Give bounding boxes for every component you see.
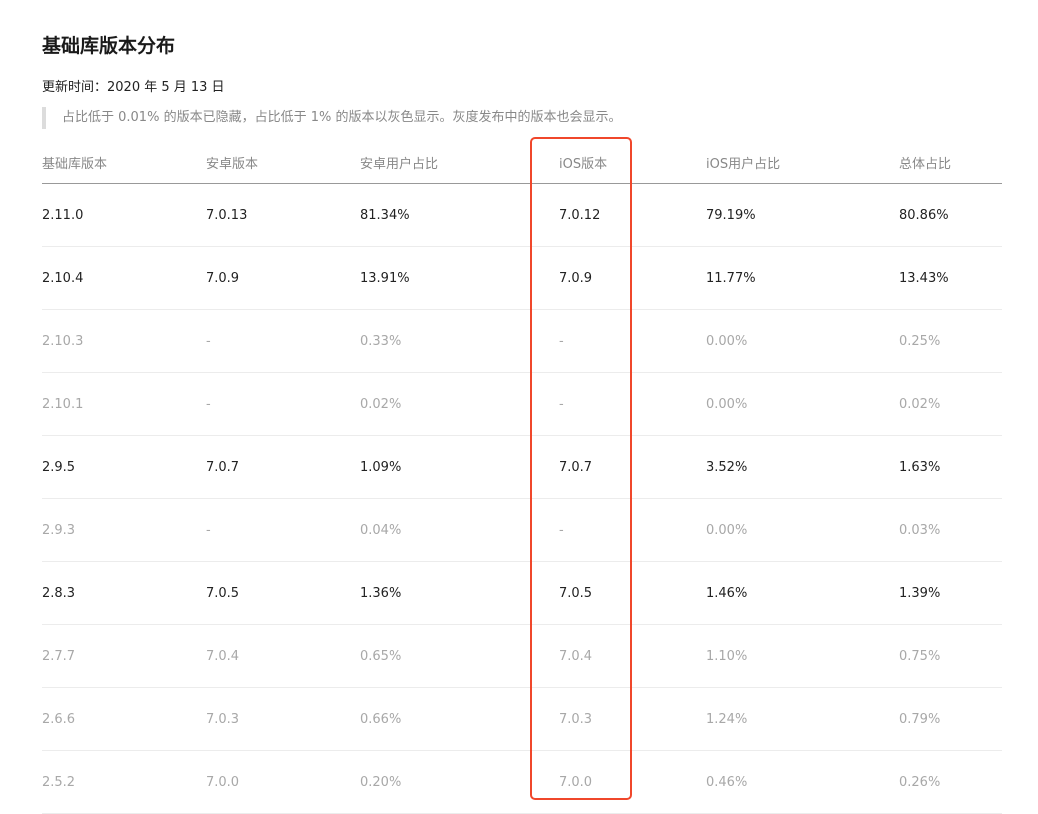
table-row: 2.9.3 - 0.04% - 0.00% 0.03% [42,498,1002,562]
table-row: 2.10.3 - 0.33% - 0.00% 0.25% [42,309,1002,373]
table-row: 2.8.3 7.0.5 1.36% 7.0.5 1.46% 1.39% [42,561,1002,625]
cell-android-share: 0.20% [360,750,559,814]
cell-ios-version: 7.0.0 [559,750,706,814]
cell-total-share: 0.75% [899,624,1002,688]
cell-base-version: 2.11.0 [42,183,206,247]
cell-ios-version: 7.0.3 [559,687,706,751]
cell-ios-share: 0.00% [706,498,899,562]
cell-ios-share: 1.10% [706,624,899,688]
cell-base-version: 2.9.3 [42,498,206,562]
header-android-share: 安卓用户占比 [360,141,559,184]
cell-android-version: 7.0.4 [206,624,360,688]
cell-android-share: 1.36% [360,561,559,625]
table-row: 2.9.5 7.0.7 1.09% 7.0.7 3.52% 1.63% [42,435,1002,499]
cell-android-share: 0.66% [360,687,559,751]
cell-ios-share: 79.19% [706,183,899,247]
cell-base-version: 2.9.5 [42,435,206,499]
header-android-version: 安卓版本 [206,141,360,184]
cell-ios-version: - [559,372,706,436]
cell-android-share: 81.34% [360,183,559,247]
cell-ios-version: 7.0.9 [559,246,706,310]
version-distribution-table: 基础库版本 安卓版本 安卓用户占比 iOS版本 iOS用户占比 总体占比 2.1… [42,141,1002,814]
cell-ios-version: 7.0.7 [559,435,706,499]
cell-android-share: 0.33% [360,309,559,373]
cell-total-share: 1.63% [899,435,1002,499]
update-time: 更新时间：2020 年 5 月 13 日 [42,80,225,95]
header-total-share: 总体占比 [899,141,1002,184]
table-row: 2.5.2 7.0.0 0.20% 7.0.0 0.46% 0.26% [42,750,1002,814]
cell-total-share: 80.86% [899,183,1002,247]
cell-base-version: 2.10.3 [42,309,206,373]
cell-base-version: 2.8.3 [42,561,206,625]
table-row: 2.7.7 7.0.4 0.65% 7.0.4 1.10% 0.75% [42,624,1002,688]
cell-base-version: 2.7.7 [42,624,206,688]
cell-total-share: 0.79% [899,687,1002,751]
cell-ios-version: 7.0.12 [559,183,706,247]
cell-base-version: 2.5.2 [42,750,206,814]
cell-android-version: 7.0.7 [206,435,360,499]
cell-total-share: 13.43% [899,246,1002,310]
cell-ios-share: 11.77% [706,246,899,310]
cell-android-share: 13.91% [360,246,559,310]
cell-total-share: 0.03% [899,498,1002,562]
cell-android-share: 0.02% [360,372,559,436]
cell-android-version: - [206,372,360,436]
cell-android-version: 7.0.0 [206,750,360,814]
table-row: 2.10.4 7.0.9 13.91% 7.0.9 11.77% 13.43% [42,246,1002,310]
cell-android-version: 7.0.3 [206,687,360,751]
header-ios-version: iOS版本 [559,141,706,184]
cell-ios-version: 7.0.4 [559,624,706,688]
cell-total-share: 0.02% [899,372,1002,436]
cell-android-share: 1.09% [360,435,559,499]
cell-total-share: 1.39% [899,561,1002,625]
cell-base-version: 2.10.1 [42,372,206,436]
cell-total-share: 0.26% [899,750,1002,814]
cell-ios-version: - [559,498,706,562]
cell-android-share: 0.65% [360,624,559,688]
cell-total-share: 0.25% [899,309,1002,373]
cell-android-version: - [206,498,360,562]
cell-ios-share: 0.00% [706,309,899,373]
cell-ios-share: 3.52% [706,435,899,499]
cell-ios-share: 0.46% [706,750,899,814]
table-row: 2.6.6 7.0.3 0.66% 7.0.3 1.24% 0.79% [42,687,1002,751]
cell-base-version: 2.6.6 [42,687,206,751]
header-base-version: 基础库版本 [42,141,206,184]
page-title: 基础库版本分布 [42,35,176,57]
cell-android-share: 0.04% [360,498,559,562]
cell-android-version: 7.0.13 [206,183,360,247]
table-header-row: 基础库版本 安卓版本 安卓用户占比 iOS版本 iOS用户占比 总体占比 [42,141,1002,184]
cell-base-version: 2.10.4 [42,246,206,310]
cell-android-version: 7.0.9 [206,246,360,310]
table-row: 2.11.0 7.0.13 81.34% 7.0.12 79.19% 80.86… [42,183,1002,247]
cell-ios-version: - [559,309,706,373]
cell-ios-share: 1.46% [706,561,899,625]
cell-ios-share: 0.00% [706,372,899,436]
cell-ios-version: 7.0.5 [559,561,706,625]
cell-ios-share: 1.24% [706,687,899,751]
cell-android-version: 7.0.5 [206,561,360,625]
table-row: 2.10.1 - 0.02% - 0.00% 0.02% [42,372,1002,436]
header-ios-share: iOS用户占比 [706,141,899,184]
note-blockquote: 占比低于 0.01% 的版本已隐藏，占比低于 1% 的版本以灰色显示。灰度发布中… [42,107,621,129]
cell-android-version: - [206,309,360,373]
